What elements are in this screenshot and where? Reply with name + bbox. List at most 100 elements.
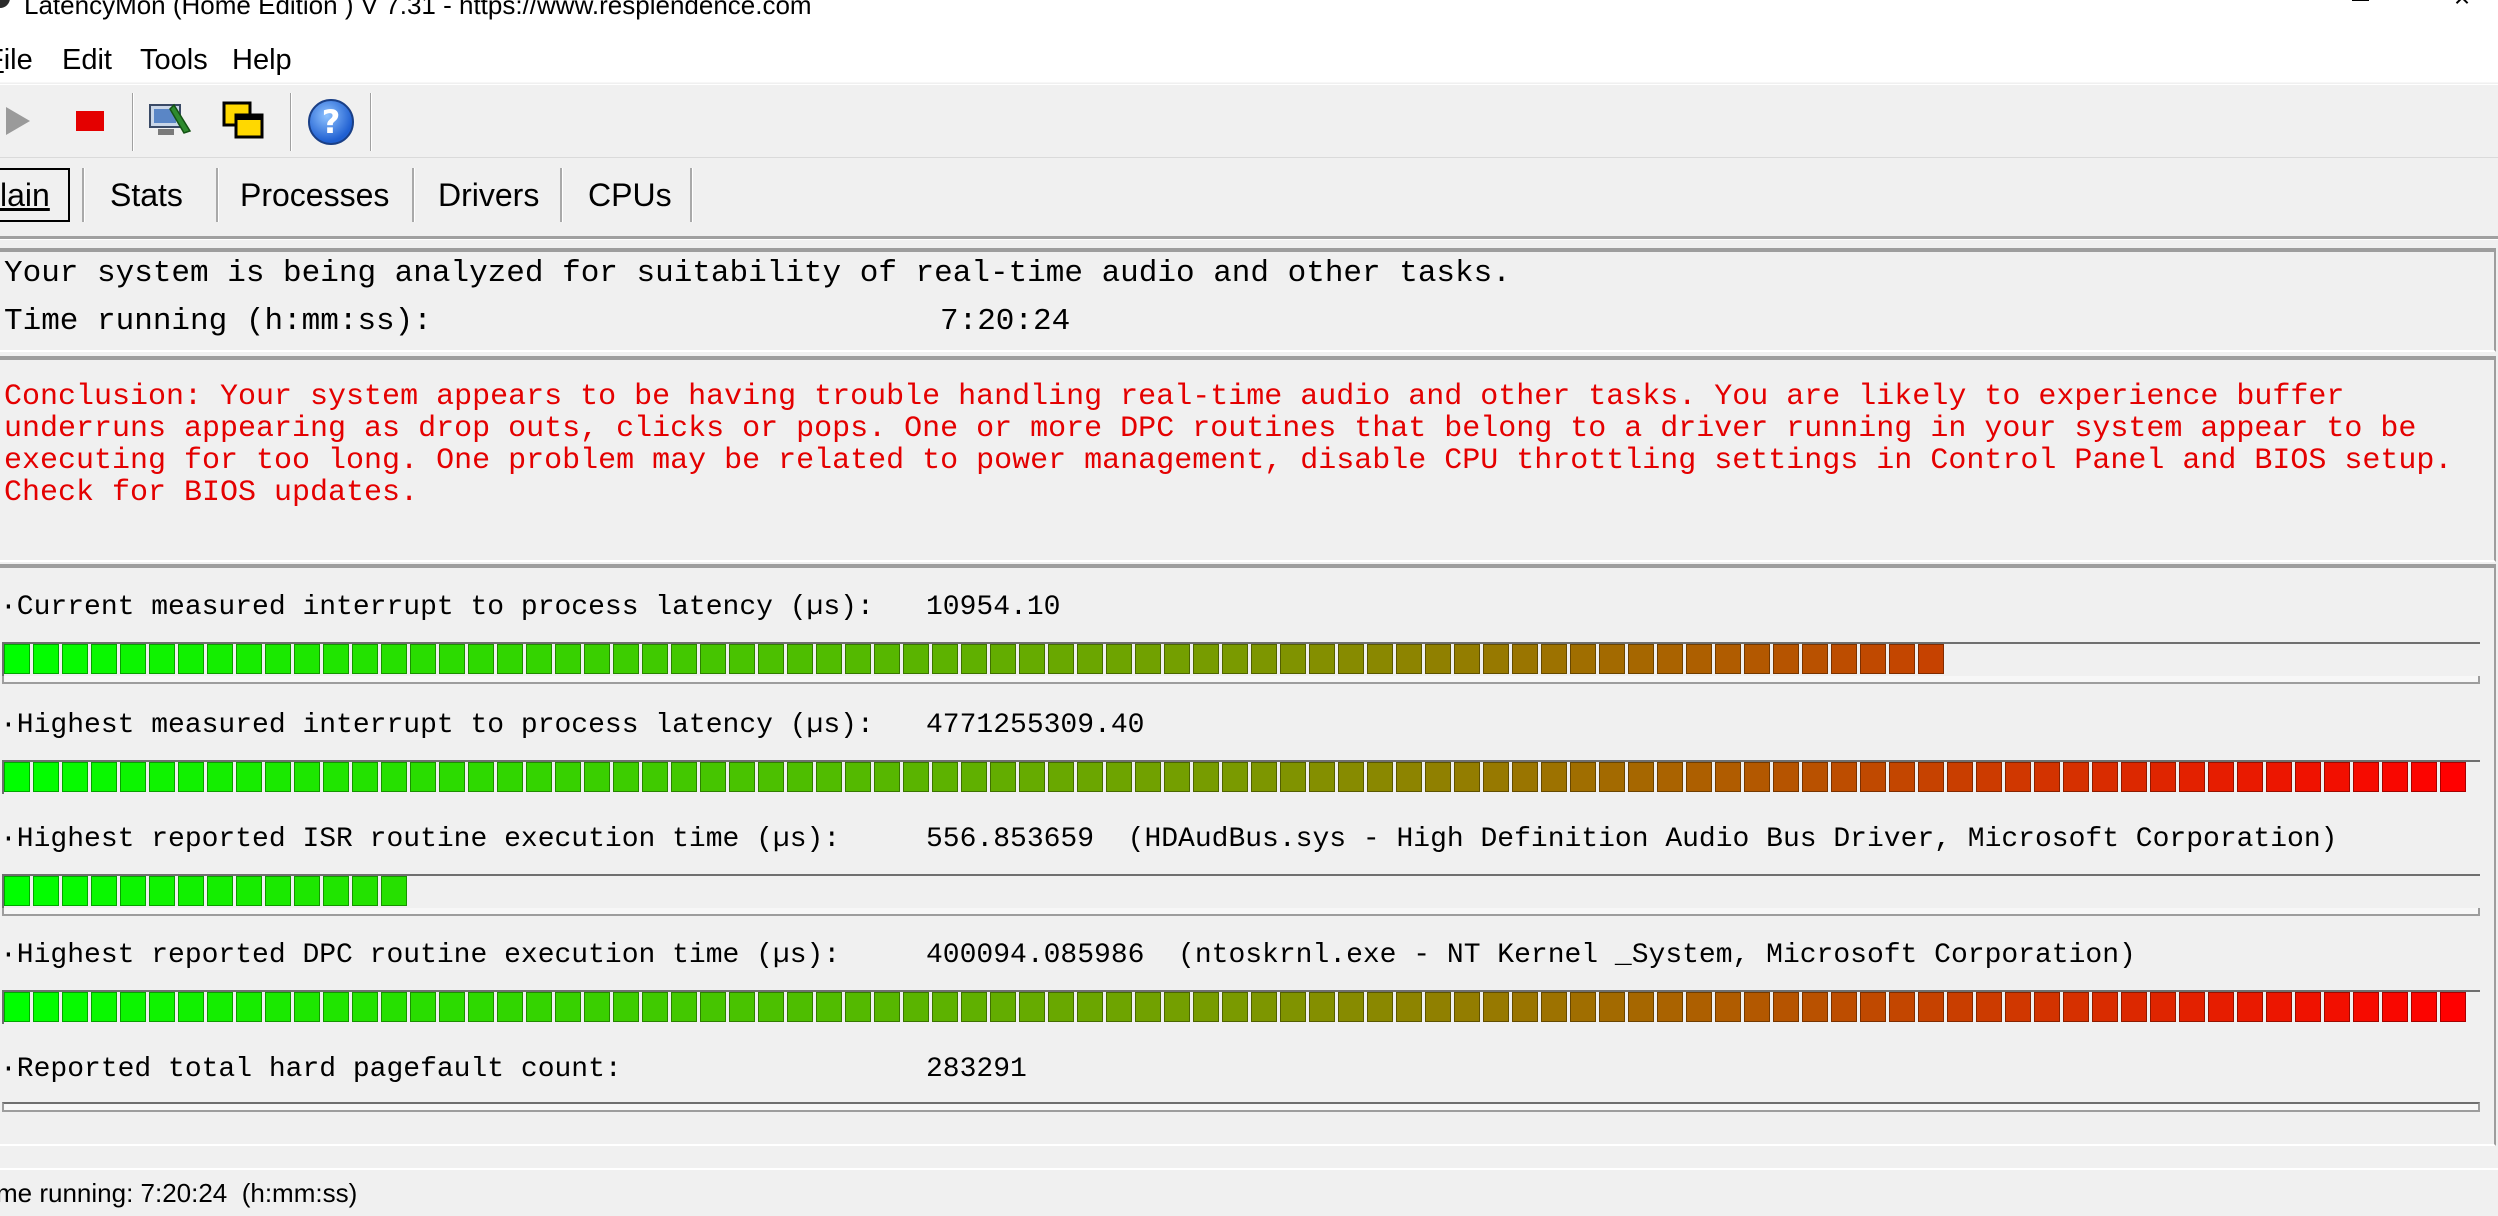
bar-segment (149, 762, 175, 792)
bar-segment (700, 644, 726, 674)
bar-segment (2150, 992, 2176, 1022)
bar-segment (874, 992, 900, 1022)
bar-segment (1483, 644, 1509, 674)
bar-segment (1744, 644, 1770, 674)
bar-segment (816, 762, 842, 792)
window-title: LatencyMon (Home Edition ) V 7.31 - http… (24, 0, 812, 20)
menu-help-label: Help (232, 44, 292, 76)
bar-segment (2092, 762, 2118, 792)
help-button[interactable]: ? (304, 95, 356, 147)
bar-segment (2208, 992, 2234, 1022)
bar-segment (1715, 762, 1741, 792)
bar-segment (1164, 644, 1190, 674)
bar-segment (1628, 762, 1654, 792)
metric-value: 283291 (926, 1054, 1027, 1085)
bar-segment (613, 644, 639, 674)
bar-segment (1599, 644, 1625, 674)
bar-segment (1309, 762, 1335, 792)
bar-segment (2121, 992, 2147, 1022)
bar-segment (961, 992, 987, 1022)
bar-segment (642, 762, 668, 792)
start-button[interactable] (0, 95, 52, 147)
bar-segment (2150, 762, 2176, 792)
bar-segment (178, 762, 204, 792)
bar-segment (1222, 762, 1248, 792)
menu-tools[interactable]: Tools (140, 44, 208, 77)
bar-segment (323, 992, 349, 1022)
bar-segment (120, 876, 146, 906)
menu-help[interactable]: Help (232, 44, 292, 77)
bar-segment (613, 992, 639, 1022)
bar-segment (1570, 992, 1596, 1022)
bar-segment (613, 762, 639, 792)
bar-segment (1744, 992, 1770, 1022)
bar-segment (91, 876, 117, 906)
bar-segment (758, 644, 784, 674)
bar-segment (671, 762, 697, 792)
bar-segment (1657, 992, 1683, 1022)
close-button[interactable]: × (2450, 0, 2474, 12)
bar-segment (33, 762, 59, 792)
tab-stats[interactable]: Stats (110, 168, 183, 222)
maximize-button[interactable] (2348, 0, 2372, 10)
bar-segment (526, 762, 552, 792)
bar-segment (323, 876, 349, 906)
bar-segment (1193, 644, 1219, 674)
bar-segment (1164, 992, 1190, 1022)
bar-segment (1106, 762, 1132, 792)
bar-segment (1251, 644, 1277, 674)
monitor-button[interactable] (144, 95, 196, 147)
bar-segment (1425, 762, 1451, 792)
bar-segment (91, 644, 117, 674)
bar-segment (1077, 762, 1103, 792)
time-running-label: Time running (h:mm:ss): (4, 304, 432, 339)
bar-segment (1106, 992, 1132, 1022)
menu-file[interactable]: File (0, 44, 33, 77)
bar-segment (845, 762, 871, 792)
bar-segment (236, 762, 262, 792)
bar-segment (265, 876, 291, 906)
bar-segment (1425, 992, 1451, 1022)
bar-segment (1251, 992, 1277, 1022)
bar-segment (642, 992, 668, 1022)
tab-drivers[interactable]: Drivers (438, 168, 539, 222)
bar-segment (1657, 762, 1683, 792)
status-bar-text: me running: 7:20:24 (h:mm:ss) (0, 1178, 358, 1208)
bar-segment (584, 644, 610, 674)
bar-segment (2063, 762, 2089, 792)
bar-segment (1222, 992, 1248, 1022)
conclusion-line: Conclusion: Your system appears to be ha… (4, 380, 2345, 414)
windows-button[interactable] (218, 95, 270, 147)
bar-segment (178, 992, 204, 1022)
bar-segment (381, 762, 407, 792)
bar-segment (1773, 992, 1799, 1022)
toolbar-separator (370, 93, 372, 151)
bar-segment (990, 762, 1016, 792)
bar-segment (1222, 644, 1248, 674)
bar-segment (91, 762, 117, 792)
bar-segment (932, 644, 958, 674)
menu-edit-label: Edit (62, 44, 112, 76)
bar-segment (1454, 644, 1480, 674)
latency-bar (4, 876, 410, 908)
bar-segment (787, 992, 813, 1022)
bar-segment (1454, 762, 1480, 792)
stop-button[interactable] (62, 95, 114, 147)
menu-edit[interactable]: Edit (62, 44, 112, 77)
metric-label: ·Highest reported DPC routine execution … (0, 940, 841, 971)
bar-segment (1686, 992, 1712, 1022)
bar-segment (2295, 992, 2321, 1022)
tab-main[interactable]: lain (0, 168, 70, 222)
tab-cpus[interactable]: CPUs (588, 168, 672, 222)
bar-segment (961, 644, 987, 674)
time-running-value: 7:20:24 (940, 304, 1071, 339)
bar-segment (990, 992, 1016, 1022)
bar-segment (845, 992, 871, 1022)
bar-segment (294, 762, 320, 792)
bar-segment (1425, 644, 1451, 674)
bar-segment (2208, 762, 2234, 792)
bar-segment (352, 876, 378, 906)
help-icon: ? (308, 99, 354, 145)
tab-processes[interactable]: Processes (240, 168, 389, 222)
bar-segment (178, 876, 204, 906)
